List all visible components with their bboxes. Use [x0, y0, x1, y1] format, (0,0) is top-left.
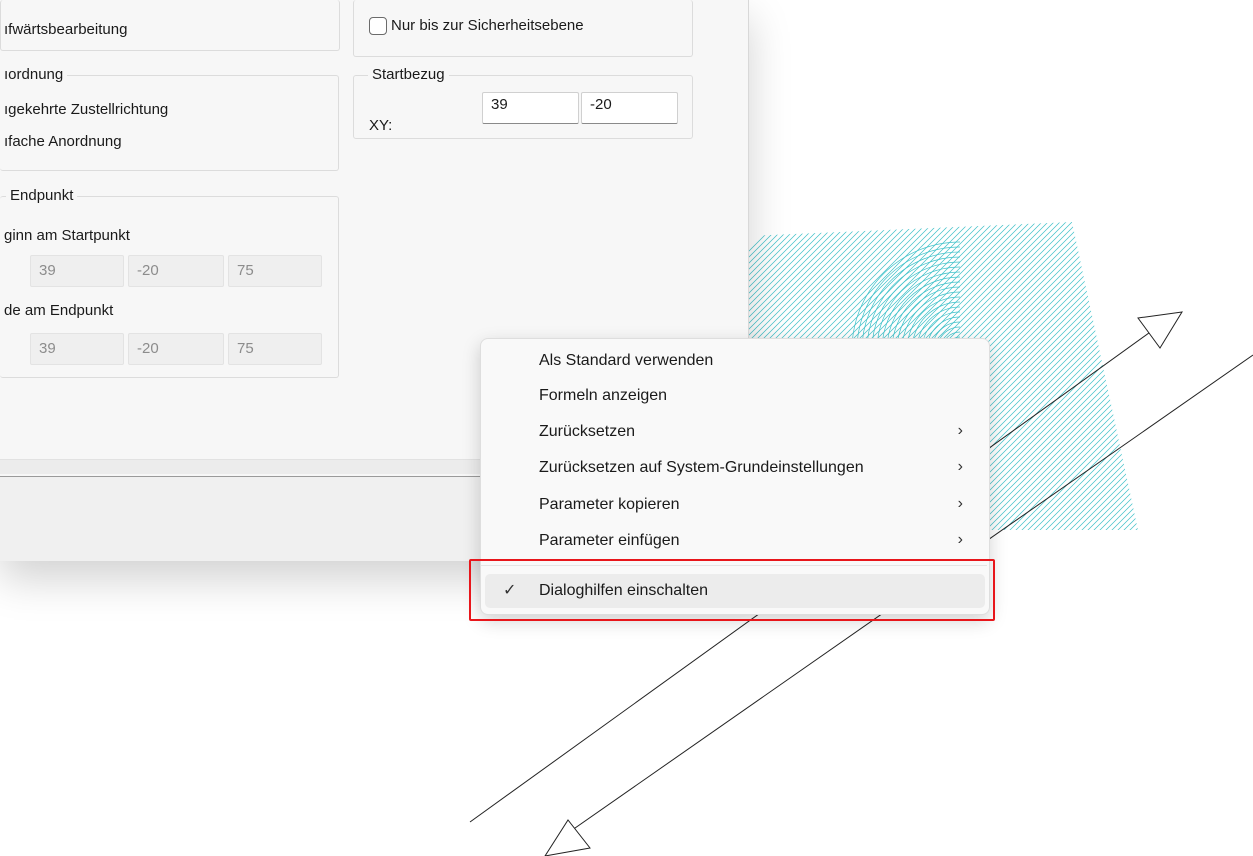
toolpath-line	[1192, 220, 1253, 540]
end-y-field[interactable]: -20	[128, 333, 224, 365]
start-x-field[interactable]: 39	[30, 255, 124, 287]
toolpath-line	[1083, 222, 1138, 530]
start-z-field[interactable]: 75	[228, 255, 322, 287]
umgekehrte-zustellrichtung-option[interactable]: ıgekehrte Zustellrichtung	[4, 101, 168, 118]
xy-label: XY:	[369, 117, 393, 134]
toolpath-line	[1234, 220, 1253, 540]
toolpath-line	[1137, 222, 1138, 530]
toolpath-line	[1156, 220, 1253, 540]
menu-item-zuruecksetzen[interactable]: Zurücksetzen ›	[485, 415, 985, 449]
group-anordnung	[0, 75, 339, 171]
group-anordnung-label: ıordnung	[0, 66, 68, 83]
end-x-field[interactable]: 39	[30, 333, 124, 365]
einfache-anordnung-option[interactable]: ıfache Anordnung	[4, 133, 122, 150]
end-z-field[interactable]: 75	[228, 333, 322, 365]
toolpath-line	[1131, 222, 1138, 530]
beginn-am-startpunkt-label[interactable]: ginn am Startpunkt	[4, 227, 130, 244]
menu-item-label: Formeln anzeigen	[539, 387, 668, 404]
arrow-head-icon	[1137, 311, 1183, 349]
toolpath-line	[1198, 220, 1253, 540]
sicherheitsebene-checkbox[interactable]	[369, 17, 387, 35]
toolpath-line	[1005, 222, 1138, 530]
menu-item-formeln-anzeigen[interactable]: Formeln anzeigen	[485, 379, 985, 413]
menu-item-parameter-kopieren[interactable]: Parameter kopieren ›	[485, 488, 985, 522]
toolpath-line	[1216, 220, 1253, 540]
toolpath-line	[1125, 222, 1138, 530]
chevron-right-icon: ›	[957, 531, 963, 548]
chevron-right-icon: ›	[957, 422, 963, 439]
toolpath-line	[1222, 220, 1253, 540]
startbezug-y-input[interactable]: -20	[581, 92, 678, 124]
aufwaertsbearbeitung-label[interactable]: ıfwärtsbearbeitung	[4, 21, 127, 38]
toolpath-line	[1168, 220, 1253, 540]
toolpath-line	[1035, 222, 1138, 530]
toolpath-line	[1059, 222, 1138, 530]
toolpath-line	[1029, 222, 1138, 530]
toolpath-line	[1150, 220, 1253, 540]
menu-item-label: Als Standard verwenden	[539, 352, 714, 369]
group-startbezug-label: Startbezug	[368, 66, 449, 83]
toolpath-line	[1101, 222, 1138, 530]
toolpath-line	[1119, 222, 1138, 530]
toolpath-line	[1113, 222, 1138, 530]
group-endpunkt-label: Endpunkt	[6, 187, 78, 204]
menu-item-label: Parameter kopieren	[539, 496, 680, 513]
toolpath-line	[1228, 220, 1253, 540]
menu-item-label: Zurücksetzen	[539, 423, 636, 440]
menu-item-als-standard[interactable]: Als Standard verwenden	[485, 344, 985, 378]
toolpath-line	[1047, 222, 1138, 530]
chevron-right-icon: ›	[957, 458, 963, 475]
toolpath-line	[1186, 220, 1253, 540]
startbezug-x-input[interactable]: 39	[482, 92, 579, 124]
start-y-field[interactable]: -20	[128, 255, 224, 287]
menu-item-system-grundeinstellungen[interactable]: Zurücksetzen auf System-Grundeinstellung…	[485, 451, 985, 485]
chevron-right-icon: ›	[957, 495, 963, 512]
menu-item-parameter-einfuegen[interactable]: Parameter einfügen ›	[485, 524, 985, 558]
highlight-annotation-box	[469, 559, 995, 621]
sicherheitsebene-label[interactable]: Nur bis zur Sicherheitsebene	[391, 17, 584, 34]
ende-am-endpunkt-label[interactable]: de am Endpunkt	[4, 302, 113, 319]
toolpath-line	[1204, 220, 1253, 540]
toolpath-line	[963, 222, 1138, 530]
toolpath-line	[981, 222, 1138, 530]
arrow-head-icon	[544, 819, 591, 856]
toolpath-line	[1107, 222, 1138, 530]
toolpath-line	[993, 222, 1138, 530]
toolpath-line	[1174, 220, 1253, 540]
menu-item-label: Parameter einfügen	[539, 532, 680, 549]
toolpath-line	[1162, 220, 1253, 540]
toolpath-line	[1077, 222, 1138, 530]
toolpath-line	[951, 222, 1138, 530]
menu-item-label: Zurücksetzen auf System-Grundeinstellung…	[539, 459, 864, 476]
toolpath-line	[1144, 220, 1253, 540]
toolpath-line	[1071, 222, 1138, 530]
